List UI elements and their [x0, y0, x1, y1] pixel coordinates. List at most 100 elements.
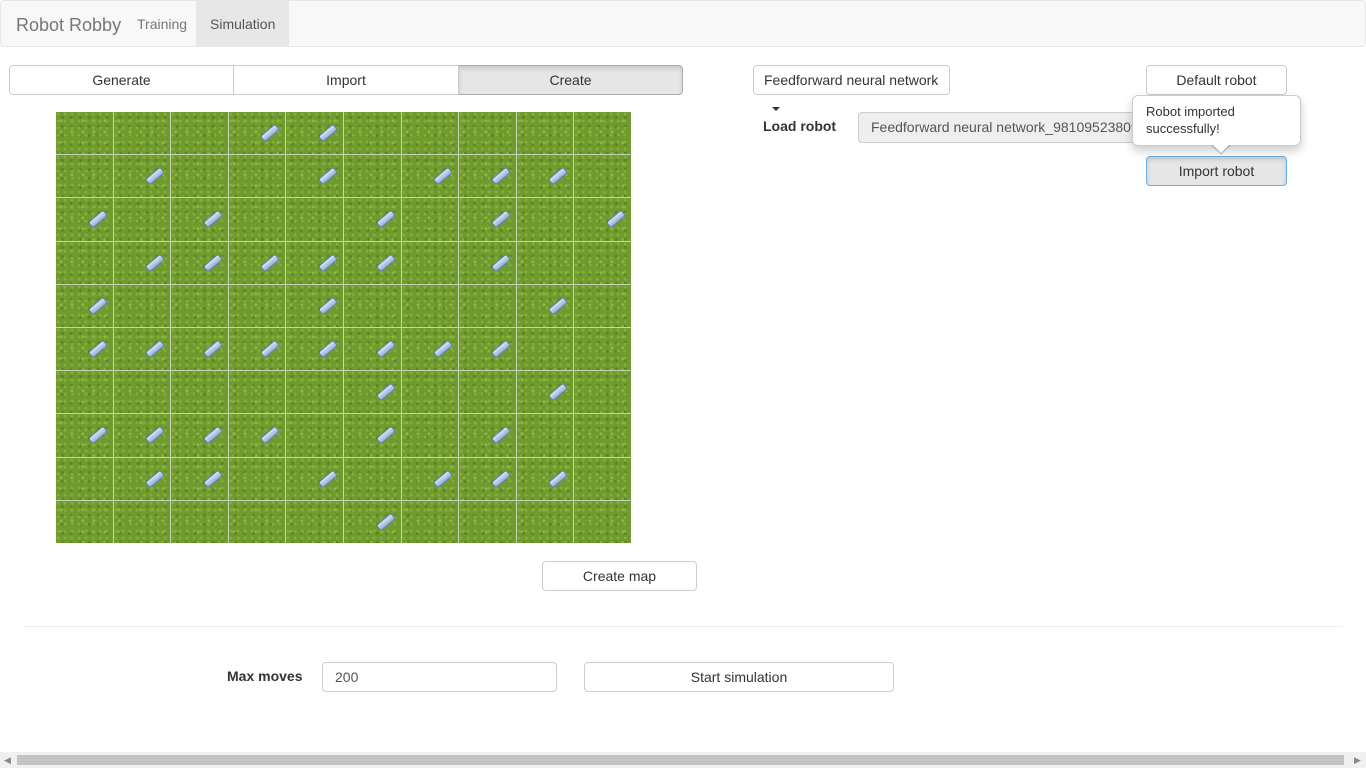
grid-cell[interactable]	[56, 155, 113, 198]
grid-cell[interactable]	[574, 328, 631, 371]
grid-cell[interactable]	[401, 284, 459, 327]
grid-cell[interactable]	[459, 414, 516, 457]
grid-cell[interactable]	[343, 241, 401, 284]
grid-cell[interactable]	[113, 155, 171, 198]
import-robot-button[interactable]: Import robot	[1146, 156, 1287, 186]
grid-cell[interactable]	[574, 241, 631, 284]
grid-cell[interactable]	[228, 457, 286, 500]
grid-cell[interactable]	[459, 500, 516, 543]
grid-cell[interactable]	[459, 328, 516, 371]
grid-cell[interactable]	[459, 198, 516, 241]
grid-cell[interactable]	[228, 371, 286, 414]
grid-cell[interactable]	[228, 112, 286, 155]
grid-cell[interactable]	[343, 414, 401, 457]
grid-cell[interactable]	[286, 155, 343, 198]
grid-cell[interactable]	[171, 457, 228, 500]
grid-cell[interactable]	[574, 457, 631, 500]
grid-cell[interactable]	[401, 371, 459, 414]
grid-cell[interactable]	[286, 328, 343, 371]
grid-cell[interactable]	[343, 500, 401, 543]
grid-cell[interactable]	[401, 155, 459, 198]
grid-cell[interactable]	[574, 155, 631, 198]
start-simulation-button[interactable]: Start simulation	[584, 662, 894, 692]
grid-cell[interactable]	[516, 284, 574, 327]
grid-cell[interactable]	[56, 241, 113, 284]
grid-cell[interactable]	[574, 198, 631, 241]
grid-cell[interactable]	[401, 112, 459, 155]
grid-cell[interactable]	[459, 457, 516, 500]
default-robot-button[interactable]: Default robot	[1146, 65, 1287, 95]
grid-cell[interactable]	[574, 112, 631, 155]
robot-type-dropdown[interactable]: Feedforward neural network	[753, 65, 950, 112]
scroll-left-icon[interactable]: ◀	[4, 755, 11, 766]
grid-cell[interactable]	[113, 112, 171, 155]
create-button[interactable]: Create	[459, 65, 683, 95]
grid-cell[interactable]	[516, 198, 574, 241]
scroll-right-icon[interactable]: ▶	[1354, 755, 1361, 766]
grid-cell[interactable]	[574, 500, 631, 543]
grid-cell[interactable]	[171, 328, 228, 371]
import-map-button[interactable]: Import	[234, 65, 459, 95]
tab-training[interactable]: Training	[123, 1, 201, 47]
grid-cell[interactable]	[113, 371, 171, 414]
grid-cell[interactable]	[228, 155, 286, 198]
max-moves-input[interactable]: 200	[322, 662, 557, 692]
grid-cell[interactable]	[401, 500, 459, 543]
grid-cell[interactable]	[516, 371, 574, 414]
grid-cell[interactable]	[286, 371, 343, 414]
grid-cell[interactable]	[171, 198, 228, 241]
grid-cell[interactable]	[401, 198, 459, 241]
grid-cell[interactable]	[113, 284, 171, 327]
grid-cell[interactable]	[228, 328, 286, 371]
grid-cell[interactable]	[343, 112, 401, 155]
grid-cell[interactable]	[286, 284, 343, 327]
grid-cell[interactable]	[171, 414, 228, 457]
grid-cell[interactable]	[516, 328, 574, 371]
horizontal-scrollbar[interactable]: ◀ ▶	[0, 752, 1366, 768]
grid-cell[interactable]	[401, 414, 459, 457]
grid-cell[interactable]	[56, 328, 113, 371]
grid-cell[interactable]	[516, 500, 574, 543]
grid-cell[interactable]	[113, 198, 171, 241]
grid-cell[interactable]	[574, 414, 631, 457]
grid-cell[interactable]	[113, 414, 171, 457]
grid-cell[interactable]	[228, 414, 286, 457]
grid-cell[interactable]	[516, 457, 574, 500]
grid-cell[interactable]	[56, 284, 113, 327]
brand-title[interactable]: Robot Robby	[16, 15, 121, 36]
grid-cell[interactable]	[228, 241, 286, 284]
grid-cell[interactable]	[459, 241, 516, 284]
grid-cell[interactable]	[171, 155, 228, 198]
grid-cell[interactable]	[459, 112, 516, 155]
grid-cell[interactable]	[171, 112, 228, 155]
grid-cell[interactable]	[228, 284, 286, 327]
grid-cell[interactable]	[459, 155, 516, 198]
grid-cell[interactable]	[459, 284, 516, 327]
grid-cell[interactable]	[56, 371, 113, 414]
grid-cell[interactable]	[516, 414, 574, 457]
grid-cell[interactable]	[113, 328, 171, 371]
grid-cell[interactable]	[171, 500, 228, 543]
load-robot-field[interactable]: Feedforward neural network_9810952380952…	[858, 112, 1138, 143]
grid-cell[interactable]	[286, 241, 343, 284]
grid-cell[interactable]	[343, 328, 401, 371]
grid-cell[interactable]	[459, 371, 516, 414]
grid-cell[interactable]	[516, 241, 574, 284]
grid-cell[interactable]	[171, 284, 228, 327]
grid-cell[interactable]	[171, 241, 228, 284]
grid-cell[interactable]	[401, 328, 459, 371]
grid-cell[interactable]	[113, 457, 171, 500]
grid-cell[interactable]	[286, 112, 343, 155]
grid-cell[interactable]	[113, 241, 171, 284]
grid-cell[interactable]	[113, 500, 171, 543]
grid-cell[interactable]	[286, 198, 343, 241]
grid-cell[interactable]	[171, 371, 228, 414]
grid-cell[interactable]	[343, 155, 401, 198]
grid-cell[interactable]	[56, 457, 113, 500]
grid-cell[interactable]	[343, 198, 401, 241]
grid-cell[interactable]	[343, 457, 401, 500]
grid-cell[interactable]	[401, 457, 459, 500]
scrollbar-thumb[interactable]	[17, 755, 1344, 765]
grid-cell[interactable]	[574, 371, 631, 414]
create-map-button[interactable]: Create map	[542, 561, 697, 591]
